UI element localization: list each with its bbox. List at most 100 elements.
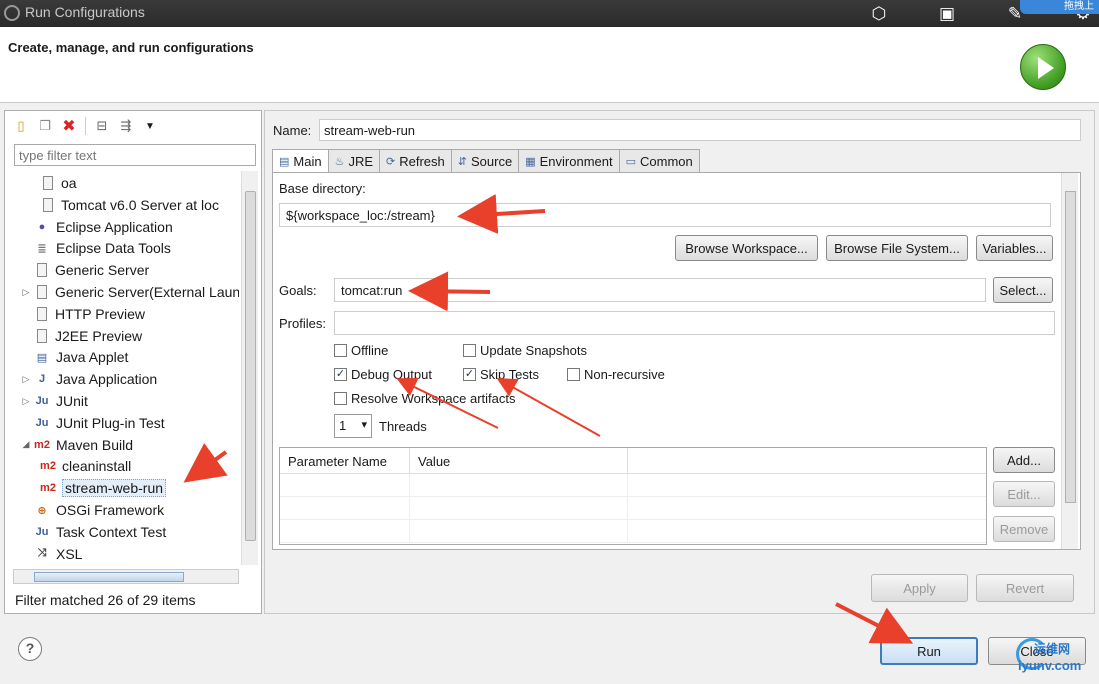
- tab-jre[interactable]: ♨ JRE: [327, 149, 381, 172]
- maven-icon: m2: [40, 482, 56, 495]
- tab-refresh[interactable]: ⟳ Refresh: [379, 149, 452, 172]
- new-config-icon[interactable]: ▯: [11, 116, 31, 136]
- tree-item[interactable]: HTTP Preview: [19, 304, 145, 324]
- variables-button[interactable]: Variables...: [976, 235, 1053, 261]
- tree-vertical-scrollbar[interactable]: [241, 171, 258, 565]
- tab-environment[interactable]: ▦ Environment: [518, 149, 620, 172]
- expand-arrow-icon[interactable]: ◢: [19, 439, 33, 450]
- scrollbar-thumb[interactable]: [245, 191, 256, 541]
- share-icon[interactable]: ⬡: [868, 4, 890, 24]
- run-button[interactable]: Run: [880, 637, 978, 665]
- junit-icon: Ju: [35, 395, 49, 407]
- base-directory-field[interactable]: ${workspace_loc:/stream}: [279, 203, 1051, 227]
- checkbox-label: Offline: [351, 343, 389, 358]
- screen-icon[interactable]: ▣: [936, 4, 958, 24]
- browse-file-system-button[interactable]: Browse File System...: [826, 235, 968, 261]
- environment-icon: ▦: [525, 155, 536, 168]
- skip-tests-checkbox[interactable]: ✓ Skip Tests: [463, 367, 539, 382]
- empty-row: [280, 497, 986, 520]
- non-recursive-checkbox[interactable]: Non-recursive: [567, 367, 665, 382]
- apply-button[interactable]: Apply: [871, 574, 968, 602]
- revert-button[interactable]: Revert: [976, 574, 1074, 602]
- remove-parameter-button[interactable]: Remove: [993, 516, 1055, 542]
- checkbox-box[interactable]: ✓: [334, 368, 347, 381]
- upload-badge[interactable]: 拖拽上: [1020, 0, 1099, 14]
- checkbox-box[interactable]: [334, 392, 347, 405]
- tree-item[interactable]: ● Eclipse Application: [19, 217, 173, 237]
- tree-item[interactable]: ⤨ XSL: [19, 544, 83, 564]
- browse-workspace-button[interactable]: Browse Workspace...: [675, 235, 818, 261]
- junit-plugin-icon: Ju: [35, 416, 49, 429]
- tree-item[interactable]: ▤ Java Applet: [19, 347, 129, 367]
- base-directory-label: Base directory:: [279, 181, 366, 196]
- update-snapshots-checkbox[interactable]: Update Snapshots: [463, 343, 587, 358]
- tree-item[interactable]: Generic Server: [19, 260, 149, 280]
- help-button[interactable]: ?: [18, 637, 42, 661]
- dialog-header: Create, manage, and run configurations: [0, 27, 1099, 103]
- tree-item[interactable]: Tomcat v6.0 Server at loc: [39, 195, 219, 215]
- column-header[interactable]: Value: [410, 448, 628, 473]
- xsl-icon: ⤨: [37, 547, 47, 560]
- tree-item[interactable]: Ju Task Context Test: [19, 522, 167, 542]
- offline-checkbox[interactable]: Offline: [334, 343, 388, 358]
- delete-icon[interactable]: ✖: [59, 116, 79, 136]
- tree-item[interactable]: ≣ Eclipse Data Tools: [19, 238, 171, 258]
- add-parameter-button[interactable]: Add...: [993, 447, 1055, 473]
- tree-item-label: Generic Server(External Laun: [55, 284, 239, 300]
- threads-select[interactable]: 1: [334, 414, 372, 438]
- tree-item[interactable]: ▷ Ju JUnit: [19, 391, 88, 411]
- applet-icon: ▤: [36, 351, 48, 364]
- tree-item[interactable]: m2 stream-web-run: [39, 478, 167, 498]
- edit-parameter-button[interactable]: Edit...: [993, 481, 1055, 507]
- checkbox-box[interactable]: [334, 344, 347, 357]
- tree-item[interactable]: ◢ m2 Maven Build: [19, 435, 134, 455]
- tab-source[interactable]: ⇵ Source: [450, 149, 520, 172]
- column-header[interactable]: Parameter Name: [280, 448, 410, 473]
- tab-label: Source: [471, 153, 513, 169]
- threads-label: Threads: [379, 419, 427, 434]
- tree-item-label: HTTP Preview: [55, 305, 145, 322]
- configuration-editor: Name: stream-web-run ▤ Main ♨ JRE ⟳ Refresh ⇵ S…: [264, 110, 1095, 614]
- expand-arrow-icon[interactable]: ▷: [19, 396, 33, 407]
- refresh-icon: ⟳: [386, 155, 396, 168]
- tree-item-label: Maven Build: [56, 436, 134, 453]
- configuration-tree: oa Tomcat v6.0 Server at loc ● Eclipse Appl…: [13, 171, 239, 566]
- resolve-workspace-checkbox[interactable]: Resolve Workspace artifacts: [334, 391, 516, 406]
- tree-item[interactable]: m2 cleaninstall: [39, 456, 131, 476]
- profiles-label: Profiles:: [279, 316, 326, 331]
- task-icon: Ju: [35, 525, 49, 538]
- tab-main[interactable]: ▤ Main: [272, 149, 329, 173]
- tree-horizontal-scrollbar[interactable]: [13, 569, 239, 584]
- server-icon: [43, 176, 53, 190]
- filter-input[interactable]: [14, 144, 256, 166]
- expand-arrow-icon[interactable]: ▷: [19, 287, 33, 298]
- checkbox-box[interactable]: [567, 368, 580, 381]
- expand-arrow-icon[interactable]: ▷: [19, 374, 33, 385]
- profiles-field[interactable]: [334, 311, 1055, 335]
- checkbox-box[interactable]: [463, 344, 476, 357]
- scrollbar-thumb[interactable]: [1065, 191, 1076, 503]
- filter-icon[interactable]: ⇶: [116, 116, 136, 136]
- database-icon: ≣: [37, 242, 47, 255]
- select-goals-button[interactable]: Select...: [993, 277, 1053, 303]
- tab-label: Main: [293, 154, 322, 169]
- tree-item[interactable]: Ju JUnit Plug-in Test: [19, 413, 165, 433]
- server-icon: [37, 306, 47, 321]
- tree-item[interactable]: ▷ Generic Server(External Laun: [19, 282, 239, 302]
- tab-common[interactable]: ▭ Common: [618, 149, 700, 172]
- tree-item[interactable]: ⊕ OSGi Framework: [19, 500, 164, 520]
- goals-field[interactable]: tomcat:run: [334, 278, 986, 302]
- tree-item-label: J2EE Preview: [55, 327, 143, 344]
- tree-item[interactable]: ▷ J Java Application: [19, 369, 158, 389]
- checkbox-box[interactable]: ✓: [463, 368, 476, 381]
- duplicate-icon[interactable]: ❐: [35, 116, 55, 136]
- tree-item[interactable]: oa: [39, 173, 77, 193]
- title-bar: Run Configurations ⬡ ▣ ✎ ⚙ 拖拽上: [0, 0, 1099, 27]
- tree-item[interactable]: J2EE Preview: [19, 326, 142, 346]
- debug-output-checkbox[interactable]: ✓ Debug Output: [334, 367, 432, 382]
- scrollbar-thumb[interactable]: [34, 572, 184, 582]
- name-field[interactable]: stream-web-run: [319, 119, 1081, 141]
- tab-vertical-scrollbar[interactable]: [1061, 173, 1078, 549]
- view-menu-icon[interactable]: ▼: [140, 116, 160, 136]
- collapse-all-icon[interactable]: ⊟: [92, 116, 112, 136]
